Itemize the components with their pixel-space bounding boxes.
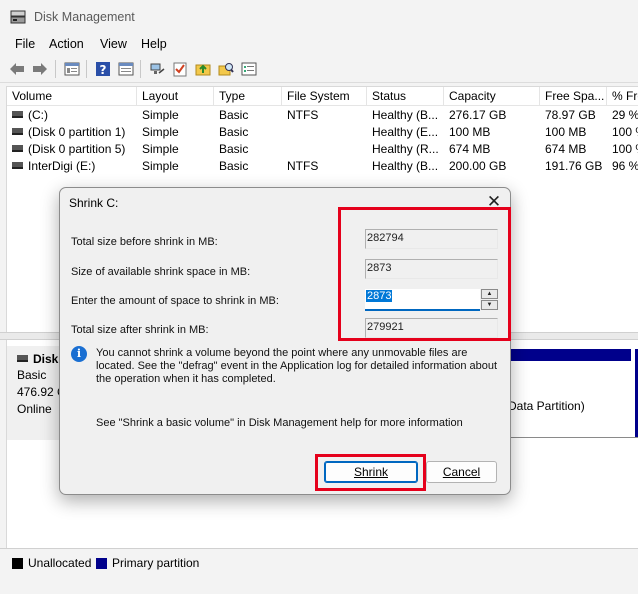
menu-file[interactable]: File — [15, 37, 35, 51]
menu-bar: File Action View Help — [0, 34, 638, 56]
column-header-layout[interactable]: Layout — [137, 87, 214, 105]
menu-help[interactable]: Help — [141, 37, 167, 51]
volume-layout: Simple — [142, 125, 179, 139]
svg-text:?: ? — [100, 63, 107, 77]
volume-status: Healthy (E... — [372, 125, 439, 139]
connect-icon[interactable] — [148, 60, 166, 78]
settings-list-icon[interactable] — [240, 60, 258, 78]
drive-icon — [12, 162, 23, 170]
back-icon[interactable] — [8, 60, 26, 78]
disk-type: Basic — [17, 368, 47, 382]
toolbar: ? — [0, 56, 638, 83]
info-message: You cannot shrink a volume beyond the po… — [96, 347, 498, 385]
help-message: See "Shrink a basic volume" in Disk Mana… — [96, 417, 463, 429]
cancel-button[interactable]: Cancel — [426, 461, 497, 483]
volume-file-system — [282, 141, 367, 158]
cancel-button-label: Cancel — [442, 465, 481, 479]
volume-row[interactable]: InterDigi (E:) Simple Basic NTFS Healthy… — [7, 158, 638, 175]
volume-layout: Simple — [142, 142, 179, 156]
column-header-file-system[interactable]: File System — [282, 87, 367, 105]
volume-type: Basic — [219, 108, 249, 122]
menu-view[interactable]: View — [100, 37, 127, 51]
volume-capacity: 674 MB — [449, 142, 491, 156]
help-icon[interactable]: ? — [94, 60, 112, 78]
total-after-label: Total size after shrink in MB: — [71, 324, 209, 336]
column-header-volume[interactable]: Volume — [7, 87, 137, 105]
column-header-percent-free[interactable]: % Fre — [607, 87, 638, 105]
drive-icon — [12, 128, 23, 136]
drive-icon — [12, 145, 23, 153]
disk-info[interactable]: Disk Basic 476.92 G Online — [7, 346, 67, 440]
volume-capacity: 200.00 GB — [449, 159, 507, 173]
partition-header-bar — [508, 349, 631, 361]
disk-name: Disk — [33, 352, 59, 366]
legend: Unallocated Primary partition — [0, 548, 638, 594]
legend-unallocated-label: Unallocated — [28, 556, 92, 570]
legend-primary-label: Primary partition — [112, 556, 200, 570]
window-title: Disk Management — [34, 10, 135, 24]
volume-free-space: 78.97 GB — [545, 108, 596, 122]
volume-layout: Simple — [142, 159, 179, 173]
volume-percent-free: 100 % — [612, 125, 638, 139]
shrink-amount-label: Enter the amount of space to shrink in M… — [71, 295, 279, 307]
properties-list-icon[interactable] — [63, 60, 81, 78]
menu-action[interactable]: Action — [49, 37, 84, 51]
volume-type: Basic — [219, 125, 249, 139]
console-tree-icon[interactable] — [117, 60, 135, 78]
dialog-title: Shrink C: — [69, 196, 119, 210]
volume-status: Healthy (R... — [372, 142, 439, 156]
available-space-label: Size of available shrink space in MB: — [71, 266, 251, 278]
volume-file-system: NTFS — [287, 108, 319, 122]
forward-icon[interactable] — [31, 60, 49, 78]
volume-capacity: 100 MB — [449, 125, 491, 139]
column-header-type[interactable]: Type — [214, 87, 282, 105]
volume-free-space: 674 MB — [545, 142, 587, 156]
volume-file-system — [282, 124, 367, 141]
volume-name: InterDigi (E:) — [28, 159, 96, 173]
partition-label: Data Partition) — [508, 399, 585, 413]
legend-primary-swatch — [96, 558, 107, 569]
volume-percent-free: 96 % — [612, 159, 638, 173]
volume-free-space: 191.76 GB — [545, 159, 603, 173]
title-bar: Disk Management — [0, 0, 638, 34]
volume-percent-free: 29 % — [612, 108, 638, 122]
volume-file-system: NTFS — [287, 159, 319, 173]
highlight-fields-box — [338, 207, 511, 341]
volume-free-space: 100 MB — [545, 125, 587, 139]
highlight-shrink-button-box — [315, 454, 426, 491]
volume-layout: Simple — [142, 108, 179, 122]
legend-unallocated-swatch — [12, 558, 23, 569]
folder-up-icon[interactable] — [194, 60, 212, 78]
volume-name: (Disk 0 partition 5) — [28, 142, 126, 156]
total-before-label: Total size before shrink in MB: — [71, 236, 218, 248]
volume-capacity: 276.17 GB — [449, 108, 507, 122]
disk-status: Online — [17, 402, 52, 416]
column-header-free-space[interactable]: Free Spa... — [540, 87, 607, 105]
disk-management-icon — [10, 10, 26, 24]
volume-name: (C:) — [28, 108, 48, 122]
volume-type: Basic — [219, 142, 249, 156]
drive-icon — [17, 355, 28, 363]
volume-row[interactable]: (Disk 0 partition 5) Simple Basic Health… — [7, 141, 638, 158]
volume-percent-free: 100 % — [612, 142, 638, 156]
find-icon[interactable] — [217, 60, 235, 78]
volume-type: Basic — [219, 159, 249, 173]
column-header-capacity[interactable]: Capacity — [444, 87, 540, 105]
volume-status: Healthy (B... — [372, 108, 439, 122]
volume-row[interactable]: (C:) Simple Basic NTFS Healthy (B... 276… — [7, 107, 638, 124]
drive-icon — [12, 111, 23, 119]
info-icon: i — [71, 346, 87, 362]
volume-row[interactable]: (Disk 0 partition 1) Simple Basic Health… — [7, 124, 638, 141]
check-icon[interactable] — [171, 60, 189, 78]
volume-status: Healthy (B... — [372, 159, 439, 173]
column-header-status[interactable]: Status — [367, 87, 444, 105]
volume-list-header: Volume Layout Type File System Status Ca… — [7, 87, 638, 106]
volume-name: (Disk 0 partition 1) — [28, 125, 126, 139]
